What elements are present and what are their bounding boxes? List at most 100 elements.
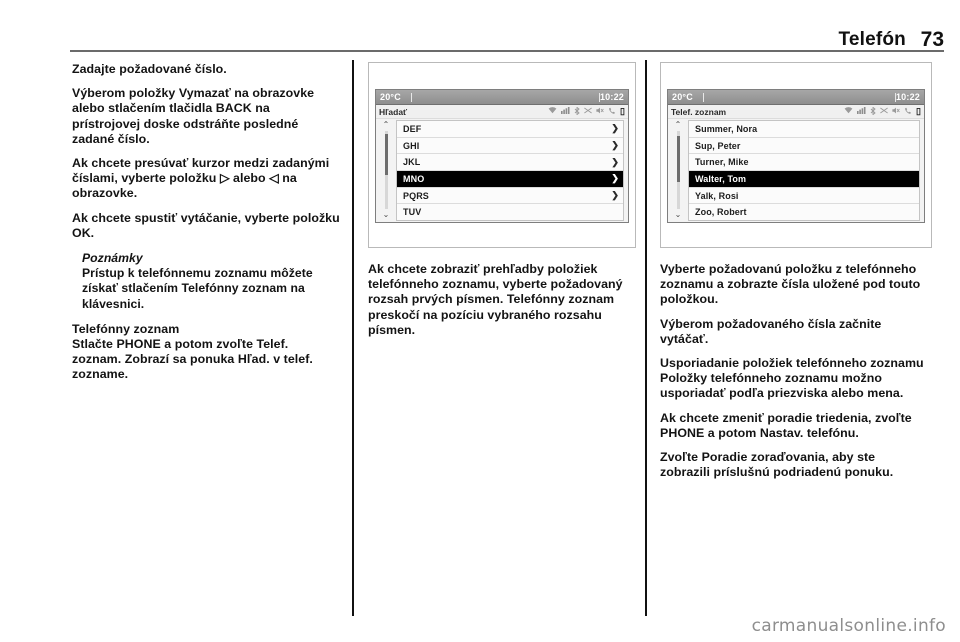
contact-name: Zoo, Robert	[695, 207, 747, 218]
screen-title-row: Hľadať ▯	[376, 105, 628, 119]
screen-menu-title: Telef. zoznam	[671, 106, 727, 117]
table-row[interactable]: Turner, Mike	[689, 154, 919, 172]
screen-menu-title: Hľadať	[379, 106, 408, 117]
signal-bars-icon	[857, 107, 866, 116]
text-column-middle: Ak chcete zobraziť prehľadby položiek te…	[368, 262, 636, 347]
section-heading-sorting: Usporiadanie položiek telefónneho zoznam…	[660, 356, 924, 371]
status-divider	[702, 92, 704, 102]
battery-icon: ▯	[916, 106, 921, 116]
cursor-text-part-2: alebo	[229, 171, 270, 186]
paragraph-sort-options: Položky telefónneho zoznamu možno uspori…	[660, 371, 904, 401]
phone-handset-icon	[904, 107, 912, 117]
list-item[interactable]: PQRS ❯	[397, 187, 623, 205]
status-icon-group: ▯	[548, 105, 625, 117]
list-item-label: PQRS	[403, 190, 429, 201]
clock-readout: 10:22	[895, 92, 920, 102]
contact-name: Summer, Nora	[695, 123, 758, 134]
scrollbar-track[interactable]	[676, 131, 680, 209]
list-item-label: TUV	[403, 207, 422, 218]
table-row[interactable]: Sup, Peter	[689, 137, 919, 155]
list-item-label: JKL	[403, 157, 421, 168]
list-item[interactable]: GHI ❯	[397, 137, 623, 155]
shuffle-icon	[584, 107, 592, 116]
phonebook-list: Summer, Nora Sup, Peter Turner, Mike Wal…	[688, 120, 920, 221]
arrow-right-icon: ▷	[219, 171, 230, 186]
paragraph-select-entry: Vyberte požadovanú položku z telefónneho…	[660, 262, 921, 307]
scroll-up-icon[interactable]: ⌃	[383, 121, 390, 129]
temperature-readout: 20°C	[380, 92, 401, 102]
list-item[interactable]: DEF ❯	[397, 121, 623, 138]
manual-page: Telefón 73 Zadajte požadované číslo. Výb…	[0, 0, 960, 642]
table-row-selected[interactable]: Walter, Tom	[689, 171, 919, 188]
paragraph-dial-number: Výberom požadovaného čísla začnite vytáč…	[660, 316, 882, 346]
chevron-right-icon: ❯	[611, 190, 619, 201]
arrow-left-icon: ◁	[269, 171, 279, 186]
chevron-right-icon: ❯	[611, 123, 619, 134]
note-title: Poznámky	[82, 251, 143, 266]
wifi-icon	[548, 107, 557, 116]
contact-name: Sup, Peter	[695, 140, 741, 151]
list-item[interactable]: TUV	[397, 204, 623, 221]
paragraph-enter-number: Zadajte požadované číslo.	[72, 62, 227, 76]
list-item-selected[interactable]: MNO ❯	[397, 171, 623, 188]
table-row[interactable]: Zoo, Robert	[689, 204, 919, 221]
wifi-icon	[844, 107, 853, 116]
letter-range-list: DEF ❯ GHI ❯ JKL ❯ MNO ❯ PQRS ❯ TUV	[396, 120, 624, 221]
scroll-column[interactable]: ⌃ ⌄	[668, 120, 688, 221]
table-row[interactable]: Summer, Nora	[689, 121, 919, 138]
page-title: Telefón	[838, 29, 906, 50]
note-block: Poznámky Prístup k telefónnemu zoznamu m…	[72, 251, 340, 312]
paragraph-start-dialing: Ak chcete spustiť vytáčanie, vyberte pol…	[72, 210, 340, 240]
temperature-readout: 20°C	[672, 92, 693, 102]
chevron-right-icon: ❯	[611, 173, 619, 184]
watermark: carmanualsonline.info	[751, 616, 946, 636]
mute-icon	[596, 107, 604, 116]
paragraph-change-sort: Ak chcete zmeniť poradie triedenia, zvoľ…	[660, 410, 912, 440]
contact-name: Yalk, Rosi	[695, 190, 739, 201]
section-heading-phonebook: Telefónny zoznam	[72, 321, 180, 336]
text-column-right: Vyberte požadovanú položku z telefónneho…	[660, 262, 928, 489]
table-row[interactable]: Yalk, Rosi	[689, 187, 919, 205]
status-divider	[410, 92, 412, 102]
bluetooth-icon	[870, 105, 876, 117]
scroll-column[interactable]: ⌃ ⌄	[376, 120, 396, 221]
list-item[interactable]: JKL ❯	[397, 154, 623, 172]
contact-name: Walter, Tom	[695, 173, 747, 184]
scroll-down-icon[interactable]: ⌄	[675, 211, 682, 219]
list-area: ⌃ ⌄ DEF ❯ GHI ❯ JKL ❯ MNO ❯ PQRS ❯ TUV	[376, 119, 628, 222]
list-area: ⌃ ⌄ Summer, Nora Sup, Peter Turner, Mike	[668, 119, 924, 222]
text-column-left: Zadajte požadované číslo. Výberom položk…	[72, 62, 340, 383]
chevron-right-icon: ❯	[611, 156, 619, 167]
figure-phonebook-screen: 20°C 10:22 Telef. zoznam ▯ ⌃ ⌄ Summer, N…	[660, 62, 932, 248]
list-item-label: MNO	[403, 173, 425, 184]
status-bar: 20°C 10:22	[376, 90, 628, 105]
header-divider	[70, 50, 944, 52]
list-item-label: GHI	[403, 140, 420, 151]
screen-title-row: Telef. zoznam ▯	[668, 105, 924, 119]
list-item-label: DEF	[403, 123, 422, 134]
infotainment-screen-phonebook: 20°C 10:22 Telef. zoznam ▯ ⌃ ⌄ Summer, N…	[667, 89, 925, 223]
scroll-up-icon[interactable]: ⌃	[675, 121, 682, 129]
battery-icon: ▯	[620, 106, 625, 116]
paragraph-letter-range: Ak chcete zobraziť prehľadby položiek te…	[368, 262, 623, 337]
bluetooth-icon	[574, 105, 580, 117]
scrollbar-thumb[interactable]	[676, 135, 680, 183]
paragraph-move-cursor: Ak chcete presúvať kurzor medzi zadanými…	[72, 156, 340, 202]
clock-readout: 10:22	[599, 92, 624, 102]
phone-handset-icon	[608, 107, 616, 117]
scroll-down-icon[interactable]: ⌄	[383, 211, 390, 219]
paragraph-delete-digit: Výberom položky Vymazať na obrazovke ale…	[72, 86, 315, 146]
paragraph-sort-submenu: Zvoľte Poradie zoraďovania, aby ste zobr…	[660, 450, 894, 480]
mute-icon	[892, 107, 900, 116]
note-body: Prístup k telefónnemu zoznamu môžete zís…	[82, 266, 313, 311]
running-head: Telefón 73	[70, 22, 944, 50]
status-icon-group: ▯	[844, 105, 921, 117]
scrollbar-track[interactable]	[384, 131, 388, 209]
signal-bars-icon	[561, 107, 570, 116]
scrollbar-thumb[interactable]	[384, 134, 388, 175]
contact-name: Turner, Mike	[695, 157, 749, 168]
page-number: 73	[920, 28, 944, 51]
column-divider-2	[645, 60, 647, 616]
shuffle-icon	[880, 107, 888, 116]
status-bar: 20°C 10:22	[668, 90, 924, 105]
